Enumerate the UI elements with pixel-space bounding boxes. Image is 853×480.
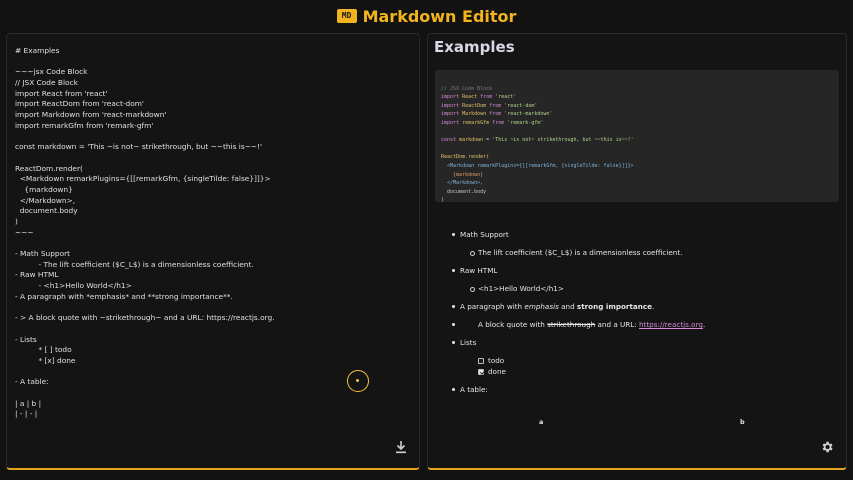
gear-icon[interactable]	[820, 440, 834, 454]
markdown-logo-icon: MD	[336, 9, 357, 23]
code-render-line: ReactDom.render(	[441, 154, 490, 161]
code-render-line: document.body	[441, 188, 487, 195]
editor-pane[interactable]: # Examples ~~~jsx Code Block// JSX Code …	[6, 33, 420, 470]
editor-line[interactable]: - A paragraph with *emphasis* and **stro…	[15, 292, 415, 303]
code-render-line: {markdown}	[441, 171, 484, 178]
list-item: A paragraph with emphasis and strong imp…	[452, 302, 832, 320]
code-block: // JSX Code Block import React from 'reac…	[435, 70, 839, 204]
editor-line[interactable]: | - | - |	[15, 409, 415, 420]
list-item: Math Support	[452, 230, 832, 248]
code-import-line: import Markdown from 'react-markdown'	[441, 111, 553, 118]
editor-line[interactable]: <Markdown remarkPlugins={[[remarkGfm, {s…	[15, 174, 415, 185]
list-item: A table:	[452, 385, 832, 403]
editor-line[interactable]	[15, 324, 415, 335]
list-subitem: <h1>Hello World</h1>	[452, 284, 832, 302]
editor-line[interactable]: - Math Support	[15, 249, 415, 260]
code-import-line: import remarkGfm from 'remark-gfm'	[441, 119, 544, 126]
editor-line[interactable]: * [x] done	[15, 356, 415, 367]
preview-list: Math Support The lift coefficient ($C_L$…	[452, 230, 832, 403]
editor-line[interactable]	[15, 303, 415, 314]
table-header-cell: b	[740, 418, 745, 426]
editor-line[interactable]: * [ ] todo	[15, 345, 415, 356]
editor-line[interactable]: import Markdown from 'react-markdown'	[15, 110, 415, 121]
editor-line[interactable]: - Raw HTML	[15, 270, 415, 281]
code-render-line: <Markdown remarkPlugins={[[remarkGfm, {s…	[441, 162, 634, 169]
checkbox-checked[interactable]	[478, 369, 484, 375]
editor-line[interactable]: ~~~jsx Code Block	[15, 67, 415, 78]
editor-line[interactable]: import React from 'react'	[15, 89, 415, 100]
reactjs-link[interactable]: https://reactjs.org	[639, 320, 703, 329]
task-item-done[interactable]: done	[452, 367, 832, 385]
editor-line[interactable]: // JSX Code Block	[15, 78, 415, 89]
editor-line[interactable]: - <h1>Hello World</h1>	[15, 281, 415, 292]
preview-heading: Examples	[434, 38, 515, 56]
list-item-blockquote: A block quote with strikethrough and a U…	[452, 320, 832, 338]
editor-line[interactable]: ~~~	[15, 228, 415, 239]
list-item: Lists	[452, 338, 832, 356]
editor-line[interactable]	[15, 57, 415, 68]
editor-line[interactable]: )	[15, 217, 415, 228]
editor-line[interactable]	[15, 132, 415, 143]
code-render-line: </Markdown>,	[441, 180, 484, 187]
app-title: Markdown Editor	[362, 6, 517, 26]
code-import-line: import ReactDom from 'react-dom'	[441, 102, 538, 109]
checkbox-unchecked[interactable]	[478, 358, 484, 364]
code-import-line: import React from 'react'	[441, 94, 517, 101]
editor-line[interactable]	[15, 238, 415, 249]
editor-line[interactable]: - The lift coefficient ($C_L$) is a dime…	[15, 260, 415, 271]
editor-line[interactable]: document.body	[15, 206, 415, 217]
list-item: Raw HTML	[452, 266, 832, 284]
editor-line[interactable]: {markdown}	[15, 185, 415, 196]
editor-line[interactable]: </Markdown>,	[15, 196, 415, 207]
download-icon[interactable]	[395, 440, 407, 454]
editor-line[interactable]	[15, 153, 415, 164]
code-comment: // JSX Code Block	[441, 85, 493, 92]
code-const-line: const markdown = 'This ~is not~ striketh…	[441, 137, 634, 144]
editor-line[interactable]: # Examples	[15, 46, 415, 57]
task-item-todo[interactable]: todo	[452, 356, 832, 367]
preview-pane: Examples // JSX Code Block import React f…	[427, 33, 847, 470]
editor-line[interactable]: import remarkGfm from 'remark-gfm'	[15, 121, 415, 132]
table-header-cell: a	[539, 418, 544, 426]
mouse-cursor-indicator	[347, 370, 369, 392]
editor-line[interactable]: import ReactDom from 'react-dom'	[15, 99, 415, 110]
editor-line[interactable]: - > A block quote with ~strikethrough~ a…	[15, 313, 415, 324]
app-header: MD Markdown Editor	[0, 0, 853, 32]
editor-line[interactable]: | a | b |	[15, 399, 415, 410]
editor-line[interactable]: ReactDom.render(	[15, 164, 415, 175]
table-header-row: a b	[428, 418, 848, 430]
list-subitem: The lift coefficient ($C_L$) is a dimens…	[452, 248, 832, 266]
editor-line[interactable]: const markdown = 'This ~is not~ striketh…	[15, 142, 415, 153]
code-render-line: )	[441, 197, 445, 204]
editor-line[interactable]: - Lists	[15, 335, 415, 346]
